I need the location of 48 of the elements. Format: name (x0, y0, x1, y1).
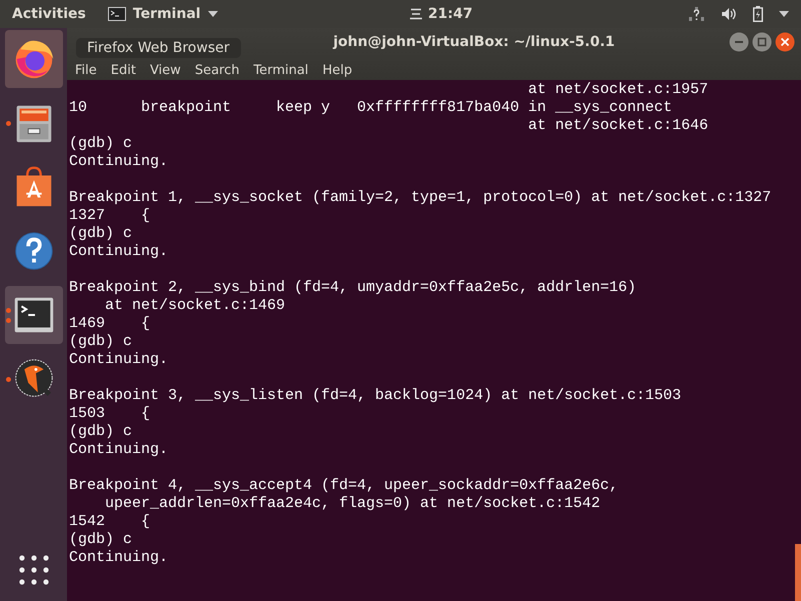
terminal-icon (108, 7, 126, 21)
terminal-line: Continuing. (69, 243, 170, 261)
terminal-line: 10 breakpoint keep y 0xffffffff817ba040 in __sys_connect (69, 99, 674, 117)
terminal-area[interactable] (67, 80, 801, 601)
menu-item[interactable]: Edit (110, 63, 136, 78)
caret-icon (779, 11, 789, 17)
dock-item[interactable] (4, 286, 62, 344)
terminal-line: 1327 { (69, 207, 152, 225)
terminal-line: (gdb) c (69, 135, 134, 153)
menu-item[interactable]: View (150, 63, 181, 78)
menu-item[interactable]: Terminal (253, 63, 308, 78)
activities-button[interactable]: Activities (12, 6, 86, 22)
notification-icon (410, 8, 422, 20)
terminal-line: Breakpoint 3, __sys_listen (fd=4, backlog=1024) at net/socket.c:1503 (69, 387, 682, 405)
terminal-line: 1542 { (69, 513, 152, 531)
terminal-line: (gdb) c (69, 531, 134, 549)
menu-item[interactable]: Help (322, 63, 352, 78)
terminal-line: (gdb) c (69, 333, 134, 351)
caret-icon (208, 11, 218, 17)
terminal-line: at net/socket.c:1957 (527, 81, 710, 99)
terminal-line: Continuing. (69, 549, 170, 567)
close-button[interactable] (775, 32, 795, 52)
terminal-line: upeer_addrlen=0xffaa2e4c, flags=0) at net/socket.c:1542 (104, 495, 602, 513)
window-title: john@john-VirtualBox: ~/linux-5.0.1 (333, 34, 615, 50)
clock-button[interactable]: 21:47 (410, 6, 473, 22)
terminal-line: Breakpoint 2, __sys_bind (fd=4, umyaddr=0xffaa2e5c, addrlen=16) (69, 279, 638, 297)
terminal-line: Continuing. (69, 441, 170, 459)
menu-item[interactable]: Search (194, 63, 240, 78)
terminal-line: at net/socket.c:1469 (104, 297, 286, 315)
minimize-button[interactable] (729, 32, 749, 52)
terminal-line: (gdb) c (69, 423, 134, 441)
terminal-line: Continuing. (69, 153, 170, 171)
terminal-line: Breakpoint 1, __sys_socket (family=2, type=1, protocol=0) at net/socket.c:1327 (69, 189, 772, 207)
volume-icon (721, 7, 737, 21)
app-menu[interactable]: Terminal (108, 6, 218, 22)
terminal-line: at net/socket.c:1646 (527, 117, 710, 135)
tooltip: Firefox Web Browser (76, 38, 240, 58)
app-grid-icon[interactable] (18, 555, 48, 585)
terminal-line: Continuing. (69, 351, 170, 369)
terminal-line: Breakpoint 4, __sys_accept4 (fd=4, upeer_sockaddr=0xffaa2e6c, (69, 477, 620, 495)
terminal-line: 1469 { (69, 315, 152, 333)
terminal-line: 1503 { (69, 405, 152, 423)
battery-icon (753, 6, 763, 22)
scrollbar-thumb[interactable] (795, 544, 801, 601)
menu-item[interactable]: File (75, 63, 97, 78)
maximize-button[interactable] (752, 32, 772, 52)
terminal-line: (gdb) c (69, 225, 134, 243)
network-icon (689, 7, 705, 21)
